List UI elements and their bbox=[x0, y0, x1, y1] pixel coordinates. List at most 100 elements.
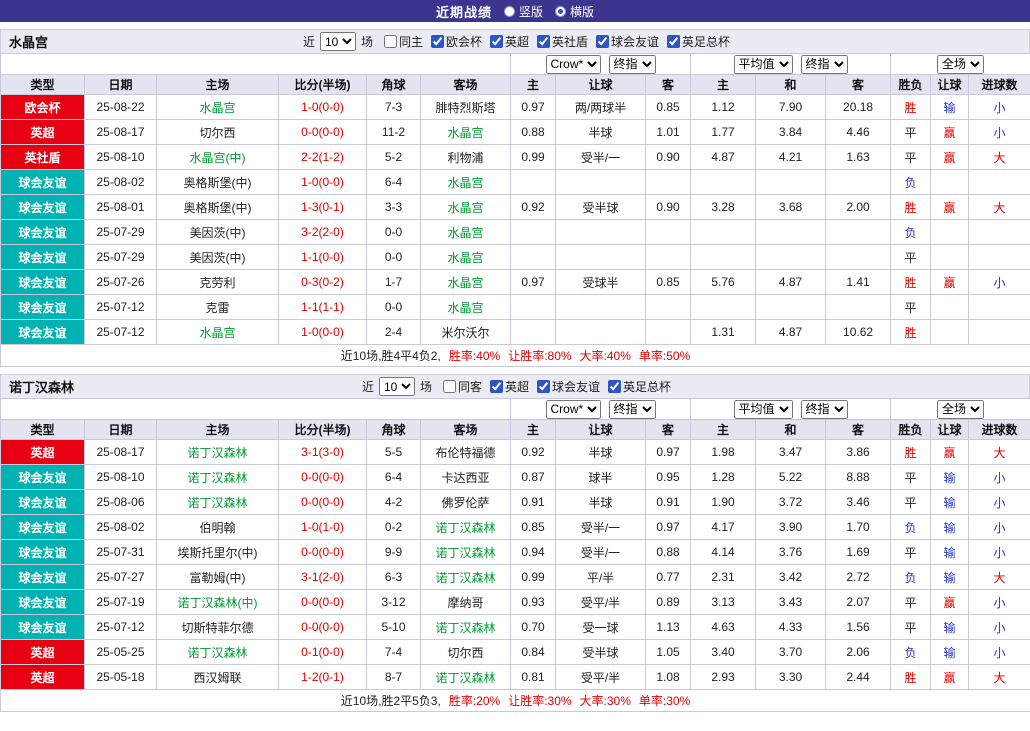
euro-draw-odds: 3.72 bbox=[756, 490, 826, 515]
league-filter[interactable]: 英社盾 bbox=[537, 33, 588, 50]
league-filter-checkbox[interactable] bbox=[490, 35, 503, 48]
match-date: 25-05-25 bbox=[85, 640, 157, 665]
same-venue-filter[interactable]: 同主 bbox=[384, 33, 423, 50]
recent-count-select[interactable]: 10 bbox=[379, 377, 415, 396]
euro-draw-odds: 7.90 bbox=[756, 95, 826, 120]
match-row: 球会友谊25-08-06诺丁汉森林0-0(0-0)4-2佛罗伦萨0.91半球0.… bbox=[1, 490, 1030, 515]
asian-home-odds: 0.93 bbox=[511, 590, 556, 615]
odds-stage-select-2[interactable]: 终指 bbox=[801, 55, 848, 74]
odds-stage-select[interactable]: 终指 bbox=[609, 400, 656, 419]
euro-odds-selects: 平均值终指 bbox=[691, 399, 891, 420]
handicap-result bbox=[931, 295, 969, 320]
league-filter[interactable]: 英超 bbox=[490, 378, 529, 395]
summary-segment: 大率:30% bbox=[580, 694, 631, 708]
league-badge: 球会友谊 bbox=[1, 220, 85, 245]
league-filter-checkbox[interactable] bbox=[537, 380, 550, 393]
topbar: 近期战绩 竖版 横版 bbox=[0, 0, 1030, 22]
away-team: 诺丁汉森林 bbox=[421, 665, 511, 690]
euro-home-odds bbox=[691, 170, 756, 195]
scope-select-cell: 全场 bbox=[891, 54, 1030, 75]
euro-away-odds: 1.41 bbox=[826, 270, 891, 295]
league-filter-checkbox[interactable] bbox=[608, 380, 621, 393]
result: 平 bbox=[891, 615, 931, 640]
odds-stage-select[interactable]: 终指 bbox=[609, 55, 656, 74]
matches-label: 场 bbox=[361, 33, 373, 50]
column-header: 日期 bbox=[85, 420, 157, 440]
league-filter-label: 英社盾 bbox=[552, 33, 588, 50]
matches-table: Crow*终指 平均值终指 全场 类型日期主场比分(半场)角球客场主让球客主和客… bbox=[0, 53, 1030, 367]
league-filter[interactable]: 英足总杯 bbox=[608, 378, 671, 395]
column-header: 让球 bbox=[556, 420, 646, 440]
away-team: 水晶宫 bbox=[421, 170, 511, 195]
match-row: 球会友谊25-07-12克雷1-1(1-1)0-0水晶宫平 bbox=[1, 295, 1030, 320]
match-row: 球会友谊25-07-12切斯特菲尔德0-0(0-0)5-10诺丁汉森林0.70受… bbox=[1, 615, 1030, 640]
league-filter[interactable]: 欧会杯 bbox=[431, 33, 482, 50]
league-filter[interactable]: 英足总杯 bbox=[667, 33, 730, 50]
asian-home-odds: 0.81 bbox=[511, 665, 556, 690]
handicap: 受半球 bbox=[556, 640, 646, 665]
handicap-result bbox=[931, 170, 969, 195]
result: 平 bbox=[891, 490, 931, 515]
result: 胜 bbox=[891, 665, 931, 690]
layout-radio-vertical[interactable]: 竖版 bbox=[504, 3, 543, 20]
euro-home-odds: 3.40 bbox=[691, 640, 756, 665]
handicap-result bbox=[931, 245, 969, 270]
layout-radio-horizontal[interactable]: 横版 bbox=[555, 3, 594, 20]
league-filter-checkbox[interactable] bbox=[431, 35, 444, 48]
corners: 7-4 bbox=[367, 640, 421, 665]
corners: 6-4 bbox=[367, 170, 421, 195]
odds-company-select[interactable]: Crow* bbox=[546, 55, 601, 74]
same-venue-filter[interactable]: 同客 bbox=[443, 378, 482, 395]
handicap-result: 赢 bbox=[931, 120, 969, 145]
handicap-result: 输 bbox=[931, 540, 969, 565]
away-team: 摩纳哥 bbox=[421, 590, 511, 615]
score: 3-1(3-0) bbox=[279, 440, 367, 465]
recent-count-select[interactable]: 10 bbox=[320, 32, 356, 51]
euro-draw-odds: 3.70 bbox=[756, 640, 826, 665]
handicap-result: 输 bbox=[931, 490, 969, 515]
euro-away-odds bbox=[826, 245, 891, 270]
asian-home-odds: 0.94 bbox=[511, 540, 556, 565]
handicap: 受平/半 bbox=[556, 665, 646, 690]
euro-home-odds: 1.31 bbox=[691, 320, 756, 345]
league-badge: 英超 bbox=[1, 640, 85, 665]
match-date: 25-08-06 bbox=[85, 490, 157, 515]
away-team: 水晶宫 bbox=[421, 120, 511, 145]
asian-home-odds: 0.97 bbox=[511, 95, 556, 120]
league-filter-checkbox[interactable] bbox=[596, 35, 609, 48]
scope-select[interactable]: 全场 bbox=[937, 400, 984, 419]
asian-home-odds bbox=[511, 220, 556, 245]
league-filter-checkbox[interactable] bbox=[490, 380, 503, 393]
asian-home-odds: 0.87 bbox=[511, 465, 556, 490]
summary-segment: 单率:30% bbox=[639, 694, 690, 708]
column-header: 主 bbox=[691, 420, 756, 440]
page-title: 近期战绩 bbox=[436, 2, 492, 21]
handicap-result: 赢 bbox=[931, 440, 969, 465]
home-team: 诺丁汉森林 bbox=[157, 490, 279, 515]
match-date: 25-07-26 bbox=[85, 270, 157, 295]
league-badge: 英超 bbox=[1, 440, 85, 465]
odds-company-select[interactable]: Crow* bbox=[546, 400, 601, 419]
match-date: 25-07-31 bbox=[85, 540, 157, 565]
corners: 1-7 bbox=[367, 270, 421, 295]
column-header: 胜负 bbox=[891, 420, 931, 440]
average-select[interactable]: 平均值 bbox=[734, 400, 793, 419]
league-filter[interactable]: 球会友谊 bbox=[596, 33, 659, 50]
league-badge: 球会友谊 bbox=[1, 540, 85, 565]
odds-stage-select-2[interactable]: 终指 bbox=[801, 400, 848, 419]
corners: 0-0 bbox=[367, 295, 421, 320]
home-team: 美因茨(中) bbox=[157, 245, 279, 270]
same-venue-filter-checkbox[interactable] bbox=[384, 35, 397, 48]
average-select[interactable]: 平均值 bbox=[734, 55, 793, 74]
away-team: 水晶宫 bbox=[421, 295, 511, 320]
league-filter[interactable]: 英超 bbox=[490, 33, 529, 50]
league-filter-label: 欧会杯 bbox=[446, 33, 482, 50]
league-filter-checkbox[interactable] bbox=[667, 35, 680, 48]
corners: 5-10 bbox=[367, 615, 421, 640]
asian-away-odds: 0.90 bbox=[646, 145, 691, 170]
handicap: 半球 bbox=[556, 120, 646, 145]
same-venue-filter-checkbox[interactable] bbox=[443, 380, 456, 393]
league-filter-checkbox[interactable] bbox=[537, 35, 550, 48]
scope-select[interactable]: 全场 bbox=[937, 55, 984, 74]
league-filter[interactable]: 球会友谊 bbox=[537, 378, 600, 395]
